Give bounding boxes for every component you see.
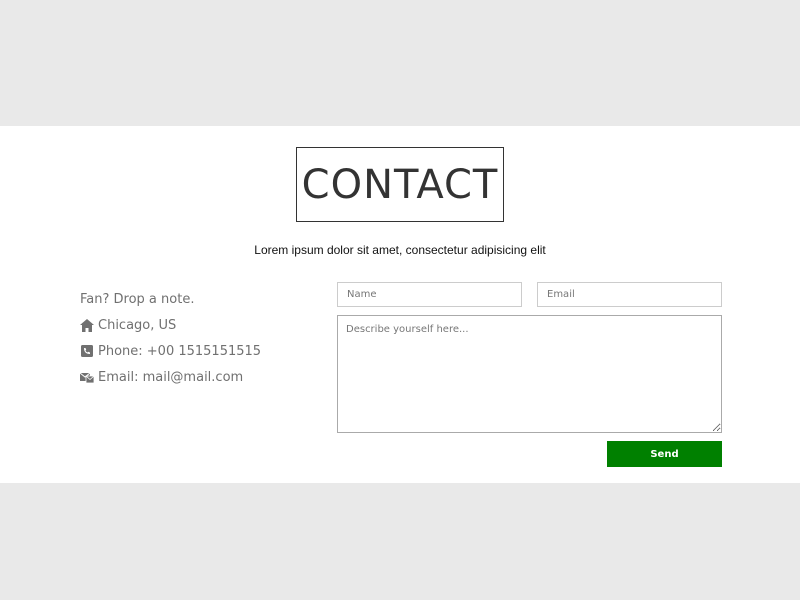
name-input[interactable]	[337, 282, 522, 307]
phone-text: Phone: +00 1515151515	[98, 343, 262, 359]
page-subtitle: Lorem ipsum dolor sit amet, consectetur …	[254, 243, 546, 257]
envelope-icon	[80, 370, 94, 384]
email-input[interactable]	[537, 282, 722, 307]
email-text: Email: mail@mail.com	[98, 369, 244, 385]
home-icon	[80, 318, 94, 332]
contact-section: CONTACT Lorem ipsum dolor sit amet, cons…	[0, 126, 800, 483]
info-phone: Phone: +00 1515151515	[80, 338, 261, 364]
info-heading-text: Fan? Drop a note.	[80, 291, 195, 307]
message-textarea[interactable]	[337, 315, 722, 433]
title-box: CONTACT	[296, 147, 504, 222]
send-button[interactable]: Send	[607, 441, 722, 467]
location-text: Chicago, US	[98, 317, 177, 333]
page-title: CONTACT	[301, 161, 499, 208]
phone-icon	[80, 344, 94, 358]
contact-info: Fan? Drop a note. Chicago, US Phone: +00…	[80, 286, 261, 390]
info-location: Chicago, US	[80, 312, 261, 338]
info-heading: Fan? Drop a note.	[80, 286, 261, 312]
info-email: Email: mail@mail.com	[80, 364, 261, 390]
